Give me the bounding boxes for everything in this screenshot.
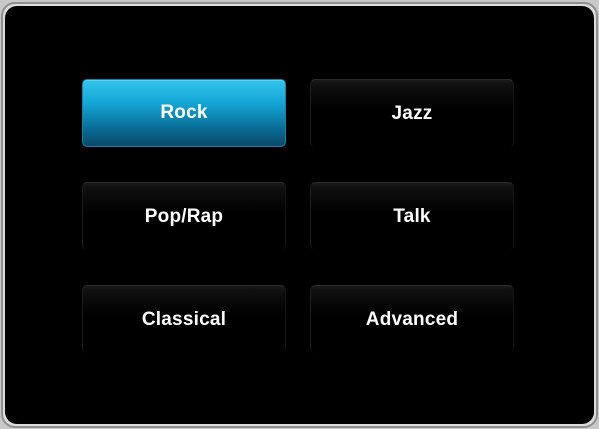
preset-talk-label: Talk (393, 205, 431, 227)
preset-advanced-label: Advanced (365, 308, 459, 330)
preset-jazz-label: Jazz (391, 102, 433, 124)
preset-rock-button[interactable]: Rock (82, 79, 286, 147)
preset-jazz-button[interactable]: Jazz (310, 79, 514, 147)
preset-classical-label: Classical (141, 308, 227, 330)
preset-rock-label: Rock (160, 102, 208, 123)
preset-classical-button[interactable]: Classical (82, 285, 286, 353)
equalizer-preset-screen: Rock Jazz Pop/Rap Talk Classical Advance… (5, 6, 594, 424)
device-frame: Rock Jazz Pop/Rap Talk Classical Advance… (1, 2, 598, 428)
preset-advanced-button[interactable]: Advanced (310, 285, 514, 353)
preset-talk-button[interactable]: Talk (310, 182, 514, 250)
preset-pop-rap-label: Pop/Rap (144, 205, 224, 227)
preset-pop-rap-button[interactable]: Pop/Rap (82, 182, 286, 250)
